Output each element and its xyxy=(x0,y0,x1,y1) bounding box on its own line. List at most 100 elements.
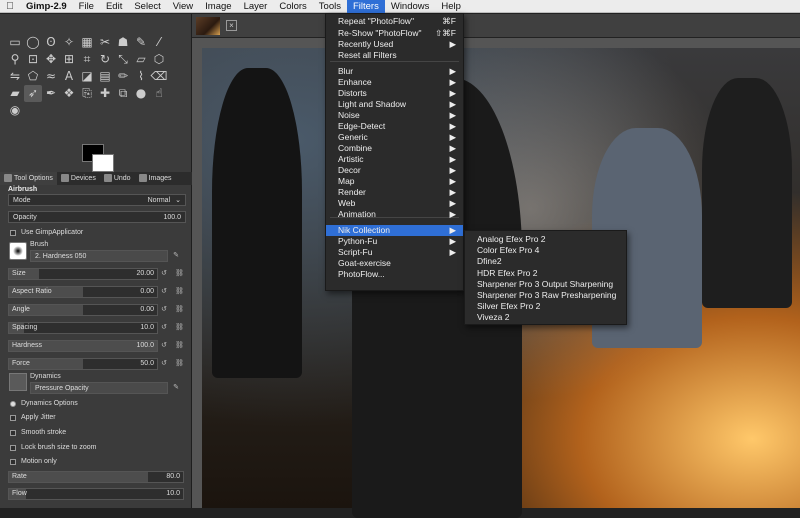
menu-item-goat-exercise[interactable]: Goat-exercise xyxy=(326,258,463,269)
menu-item-repeat-photoflow[interactable]: Repeat "PhotoFlow" ⌘F xyxy=(326,16,463,27)
menu-image[interactable]: Image xyxy=(199,0,237,13)
menu-item-photoflow[interactable]: PhotoFlow... xyxy=(326,269,463,280)
color-select-icon[interactable]: ▦ xyxy=(78,34,96,51)
tab-images[interactable]: Images xyxy=(135,172,176,185)
edit-dynamics-icon[interactable]: ✎ xyxy=(172,382,180,394)
paintbrush-icon[interactable]: ⌇ xyxy=(132,68,150,85)
slider-size[interactable]: Size 20.00 xyxy=(8,268,158,280)
menu-select[interactable]: Select xyxy=(128,0,166,13)
lock-brush-checkbox[interactable]: Lock brush size to zoom xyxy=(10,444,96,451)
submenu-item-color-efex-pro-4[interactable]: Color Efex Pro 4 xyxy=(477,245,539,256)
measure-icon[interactable]: ⊡ xyxy=(24,51,42,68)
menu-app[interactable]: Gimp-2.9 xyxy=(20,0,73,13)
reset-icon[interactable]: ↺ xyxy=(160,358,168,370)
link-icon[interactable]: ⛓ xyxy=(175,340,184,352)
tab-tool-options[interactable]: Tool Options xyxy=(0,172,57,185)
menu-item-combine[interactable]: Combine ▶ xyxy=(326,143,463,154)
slider-hardness[interactable]: Hardness 100.0 xyxy=(8,340,158,352)
slider-spacing[interactable]: Spacing 10.0 xyxy=(8,322,158,334)
menu-edit[interactable]: Edit xyxy=(100,0,128,13)
close-icon[interactable]: × xyxy=(226,20,237,31)
mypaint-icon[interactable]: ❖ xyxy=(60,85,78,102)
cage-icon[interactable]: ⬠ xyxy=(24,68,42,85)
brush-select[interactable]: 2. Hardness 050 xyxy=(30,250,168,262)
motion-only-checkbox[interactable]: Motion only xyxy=(10,458,57,465)
flow-slider[interactable]: Flow 10.0 xyxy=(8,488,184,500)
menu-filters[interactable]: Filters xyxy=(346,0,385,13)
menu-item-reset-all-filters[interactable]: Reset all Filters xyxy=(326,50,463,61)
apply-jitter-checkbox[interactable]: Apply Jitter xyxy=(10,414,56,421)
menu-item-generic[interactable]: Generic ▶ xyxy=(326,132,463,143)
dynamics-select[interactable]: Pressure Opacity xyxy=(30,382,168,394)
blur-icon[interactable]: ● xyxy=(132,85,150,102)
opacity-slider[interactable]: Opacity 100.0 xyxy=(8,211,186,223)
submenu-item-sharpener-pro-3-output-sharpening[interactable]: Sharpener Pro 3 Output Sharpening xyxy=(477,279,613,290)
reset-icon[interactable]: ↺ xyxy=(160,340,168,352)
menu-item-light-and-shadow[interactable]: Light and Shadow ▶ xyxy=(326,99,463,110)
reset-icon[interactable]: ↺ xyxy=(160,268,168,280)
pencil-icon[interactable]: ✏ xyxy=(114,68,132,85)
link-icon[interactable]: ⛓ xyxy=(175,358,184,370)
image-thumbnail[interactable] xyxy=(196,17,220,35)
menu-item-artistic[interactable]: Artistic ▶ xyxy=(326,154,463,165)
gradient-icon[interactable]: ▤ xyxy=(96,68,114,85)
menu-tools[interactable]: Tools xyxy=(313,0,347,13)
text-icon[interactable]: A xyxy=(60,68,78,85)
menu-item-map[interactable]: Map ▶ xyxy=(326,176,463,187)
align-icon[interactable]: ⊞ xyxy=(60,51,78,68)
menu-item-animation[interactable]: Animation ▶ xyxy=(326,209,463,220)
foreground-select-icon[interactable]: ☗ xyxy=(114,34,132,51)
edit-brush-icon[interactable]: ✎ xyxy=(172,250,180,262)
ellipse-select-icon[interactable]: ◯ xyxy=(24,34,42,51)
menu-item-edge-detect[interactable]: Edge-Detect ▶ xyxy=(326,121,463,132)
horizontal-ruler[interactable] xyxy=(192,38,800,48)
menu-layer[interactable]: Layer xyxy=(238,0,274,13)
slider-aspect-ratio[interactable]: Aspect Ratio 0.00 xyxy=(8,286,158,298)
menu-windows[interactable]: Windows xyxy=(385,0,436,13)
menu-view[interactable]: View xyxy=(167,0,199,13)
menu-file[interactable]: File xyxy=(73,0,100,13)
color-picker-icon[interactable]: ⁄ xyxy=(150,34,168,51)
airbrush-icon[interactable]: ➶ xyxy=(24,85,42,102)
reset-icon[interactable]: ↺ xyxy=(160,322,168,334)
tab-undo[interactable]: Undo xyxy=(100,172,135,185)
dynamics-icon[interactable] xyxy=(9,373,27,391)
move-icon[interactable]: ✥ xyxy=(42,51,60,68)
lasso-icon[interactable]: ʘ xyxy=(42,34,60,51)
rotate-icon[interactable]: ↻ xyxy=(96,51,114,68)
scale-icon[interactable]: ⤡ xyxy=(114,51,132,68)
perspective-icon[interactable]: ⬡ xyxy=(150,51,168,68)
menu-colors[interactable]: Colors xyxy=(273,0,312,13)
eraser2-icon[interactable]: ▰ xyxy=(6,85,24,102)
submenu-item-viveza-2[interactable]: Viveza 2 xyxy=(477,312,509,323)
menu-item-nik-collection[interactable]: Nik Collection ▶ xyxy=(326,225,463,236)
menu-item-render[interactable]: Render ▶ xyxy=(326,187,463,198)
zoom-icon[interactable]: ⚲ xyxy=(6,51,24,68)
menu-item-enhance[interactable]: Enhance ▶ xyxy=(326,77,463,88)
submenu-item-sharpener-pro-3-raw-presharpening[interactable]: Sharpener Pro 3 Raw Presharpening xyxy=(477,290,616,301)
crop-icon[interactable]: ⌗ xyxy=(78,51,96,68)
bucket-fill-icon[interactable]: ◪ xyxy=(78,68,96,85)
dynamics-options-expander[interactable]: Dynamics Options xyxy=(10,400,78,407)
dodge-burn-icon[interactable]: ◉ xyxy=(6,102,24,119)
menu-item-distorts[interactable]: Distorts ▶ xyxy=(326,88,463,99)
use-gimpapplicator-checkbox[interactable]: Use GimpApplicator xyxy=(10,229,83,236)
submenu-item-hdr-efex-pro-2[interactable]: HDR Efex Pro 2 xyxy=(477,268,537,279)
ink-icon[interactable]: ✒ xyxy=(42,85,60,102)
reset-icon[interactable]: ↺ xyxy=(160,286,168,298)
brush-preview[interactable] xyxy=(9,242,27,260)
eraser-icon[interactable]: ⌫ xyxy=(150,68,168,85)
perspective-clone-icon[interactable]: ⧉ xyxy=(114,85,132,102)
fuzzy-select-icon[interactable]: ✧ xyxy=(60,34,78,51)
menu-item-python-fu[interactable]: Python-Fu ▶ xyxy=(326,236,463,247)
smooth-stroke-checkbox[interactable]: Smooth stroke xyxy=(10,429,66,436)
menu-help[interactable]: Help xyxy=(435,0,467,13)
menu-item-blur[interactable]: Blur ▶ xyxy=(326,66,463,77)
menu-item-noise[interactable]: Noise ▶ xyxy=(326,110,463,121)
link-icon[interactable]: ⛓ xyxy=(175,268,184,280)
submenu-item-silver-efex-pro-2[interactable]: Silver Efex Pro 2 xyxy=(477,301,540,312)
link-icon[interactable]: ⛓ xyxy=(175,322,184,334)
flip-icon[interactable]: ⇋ xyxy=(6,68,24,85)
reset-icon[interactable]: ↺ xyxy=(160,304,168,316)
clone-icon[interactable]: ⎘ xyxy=(78,85,96,102)
